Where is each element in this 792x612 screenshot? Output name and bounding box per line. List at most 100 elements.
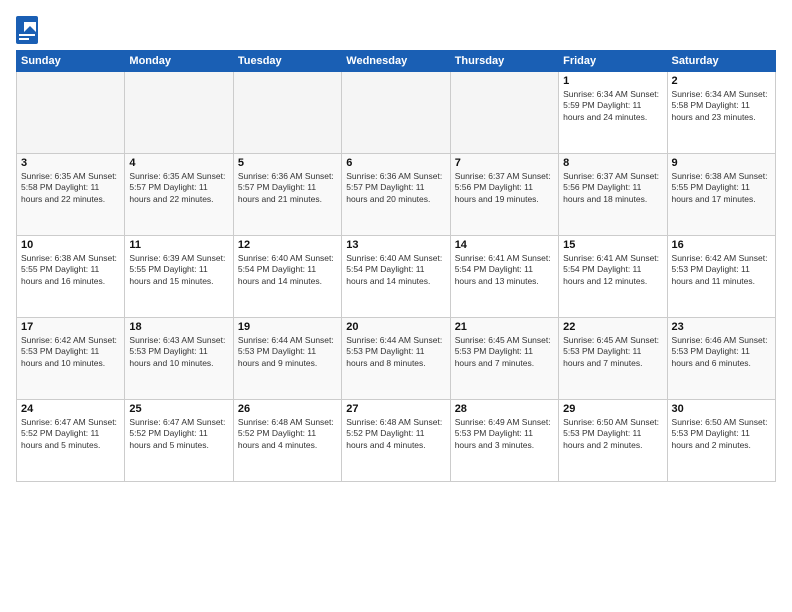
calendar-body: 1 Sunrise: 6:34 AM Sunset: 5:59 PM Daylig… (17, 72, 776, 482)
day-info: Sunrise: 6:44 AM Sunset: 5:53 PM Dayligh… (238, 335, 337, 369)
day-info: Sunrise: 6:47 AM Sunset: 5:52 PM Dayligh… (21, 417, 120, 451)
logo-icon (16, 16, 38, 44)
day-info: Sunrise: 6:41 AM Sunset: 5:54 PM Dayligh… (455, 253, 554, 287)
day-number: 11 (129, 239, 228, 251)
calendar-cell: 15 Sunrise: 6:41 AM Sunset: 5:54 PM Dayli… (559, 236, 667, 318)
day-number: 1 (563, 75, 662, 87)
day-info: Sunrise: 6:40 AM Sunset: 5:54 PM Dayligh… (238, 253, 337, 287)
day-number: 18 (129, 321, 228, 333)
day-number: 13 (346, 239, 445, 251)
weekday-header-thursday: Thursday (450, 51, 558, 72)
day-info: Sunrise: 6:37 AM Sunset: 5:56 PM Dayligh… (455, 171, 554, 205)
calendar-cell: 13Sunrise: 6:40 AM Sunset: 5:54 PM Dayli… (342, 236, 450, 318)
calendar-cell: 4 Sunrise: 6:35 AM Sunset: 5:57 PM Daylig… (125, 154, 233, 236)
calendar-cell: 1 Sunrise: 6:34 AM Sunset: 5:59 PM Daylig… (559, 72, 667, 154)
day-number: 2 (672, 75, 771, 87)
calendar-cell (17, 72, 125, 154)
calendar-cell: 24 Sunrise: 6:47 AM Sunset: 5:52 PM Dayli… (17, 400, 125, 482)
calendar-cell (125, 72, 233, 154)
calendar-cell: 3 Sunrise: 6:35 AM Sunset: 5:58 PM Daylig… (17, 154, 125, 236)
calendar-week-4: 17Sunrise: 6:42 AM Sunset: 5:53 PM Dayli… (17, 318, 776, 400)
calendar-cell: 7 Sunrise: 6:37 AM Sunset: 5:56 PM Daylig… (450, 154, 558, 236)
day-number: 29 (563, 403, 662, 415)
calendar-cell: 18 Sunrise: 6:43 AM Sunset: 5:53 PM Dayli… (125, 318, 233, 400)
calendar-table: SundayMondayTuesdayWednesdayThursdayFrid… (16, 50, 776, 482)
weekday-header-tuesday: Tuesday (233, 51, 341, 72)
calendar-cell: 22Sunrise: 6:45 AM Sunset: 5:53 PM Dayli… (559, 318, 667, 400)
day-info: Sunrise: 6:46 AM Sunset: 5:53 PM Dayligh… (672, 335, 771, 369)
day-info: Sunrise: 6:37 AM Sunset: 5:56 PM Dayligh… (563, 171, 662, 205)
day-info: Sunrise: 6:49 AM Sunset: 5:53 PM Dayligh… (455, 417, 554, 451)
calendar-cell: 6 Sunrise: 6:36 AM Sunset: 5:57 PM Daylig… (342, 154, 450, 236)
day-info: Sunrise: 6:34 AM Sunset: 5:59 PM Dayligh… (563, 89, 662, 123)
day-info: Sunrise: 6:38 AM Sunset: 5:55 PM Dayligh… (21, 253, 120, 287)
calendar-cell: 23Sunrise: 6:46 AM Sunset: 5:53 PM Dayli… (667, 318, 775, 400)
day-number: 9 (672, 157, 771, 169)
day-number: 30 (672, 403, 771, 415)
calendar-cell: 20 Sunrise: 6:44 AM Sunset: 5:53 PM Dayli… (342, 318, 450, 400)
calendar-cell: 21Sunrise: 6:45 AM Sunset: 5:53 PM Dayli… (450, 318, 558, 400)
day-number: 6 (346, 157, 445, 169)
calendar-week-1: 1 Sunrise: 6:34 AM Sunset: 5:59 PM Daylig… (17, 72, 776, 154)
day-number: 28 (455, 403, 554, 415)
calendar-cell: 11Sunrise: 6:39 AM Sunset: 5:55 PM Dayli… (125, 236, 233, 318)
day-info: Sunrise: 6:38 AM Sunset: 5:55 PM Dayligh… (672, 171, 771, 205)
weekday-header-row: SundayMondayTuesdayWednesdayThursdayFrid… (17, 51, 776, 72)
day-number: 8 (563, 157, 662, 169)
day-number: 12 (238, 239, 337, 251)
calendar-cell: 19 Sunrise: 6:44 AM Sunset: 5:53 PM Dayli… (233, 318, 341, 400)
day-info: Sunrise: 6:41 AM Sunset: 5:54 PM Dayligh… (563, 253, 662, 287)
day-number: 25 (129, 403, 228, 415)
calendar-cell (450, 72, 558, 154)
weekday-header-friday: Friday (559, 51, 667, 72)
day-number: 20 (346, 321, 445, 333)
calendar-cell: 29 Sunrise: 6:50 AM Sunset: 5:53 PM Dayli… (559, 400, 667, 482)
day-number: 14 (455, 239, 554, 251)
day-number: 19 (238, 321, 337, 333)
calendar-cell: 28 Sunrise: 6:49 AM Sunset: 5:53 PM Dayli… (450, 400, 558, 482)
day-info: Sunrise: 6:45 AM Sunset: 5:53 PM Dayligh… (455, 335, 554, 369)
calendar-cell: 14 Sunrise: 6:41 AM Sunset: 5:54 PM Dayli… (450, 236, 558, 318)
day-info: Sunrise: 6:34 AM Sunset: 5:58 PM Dayligh… (672, 89, 771, 123)
page: SundayMondayTuesdayWednesdayThursdayFrid… (0, 0, 792, 612)
day-info: Sunrise: 6:50 AM Sunset: 5:53 PM Dayligh… (563, 417, 662, 451)
calendar-week-3: 10 Sunrise: 6:38 AM Sunset: 5:55 PM Dayli… (17, 236, 776, 318)
day-info: Sunrise: 6:48 AM Sunset: 5:52 PM Dayligh… (238, 417, 337, 451)
calendar-week-5: 24 Sunrise: 6:47 AM Sunset: 5:52 PM Dayli… (17, 400, 776, 482)
day-info: Sunrise: 6:47 AM Sunset: 5:52 PM Dayligh… (129, 417, 228, 451)
calendar-cell: 30Sunrise: 6:50 AM Sunset: 5:53 PM Dayli… (667, 400, 775, 482)
day-number: 4 (129, 157, 228, 169)
calendar-cell (342, 72, 450, 154)
day-info: Sunrise: 6:36 AM Sunset: 5:57 PM Dayligh… (346, 171, 445, 205)
calendar-cell: 25 Sunrise: 6:47 AM Sunset: 5:52 PM Dayli… (125, 400, 233, 482)
day-info: Sunrise: 6:44 AM Sunset: 5:53 PM Dayligh… (346, 335, 445, 369)
day-info: Sunrise: 6:43 AM Sunset: 5:53 PM Dayligh… (129, 335, 228, 369)
calendar-cell: 16 Sunrise: 6:42 AM Sunset: 5:53 PM Dayli… (667, 236, 775, 318)
calendar-cell: 26Sunrise: 6:48 AM Sunset: 5:52 PM Dayli… (233, 400, 341, 482)
calendar-cell: 8 Sunrise: 6:37 AM Sunset: 5:56 PM Daylig… (559, 154, 667, 236)
calendar-cell: 27Sunrise: 6:48 AM Sunset: 5:52 PM Dayli… (342, 400, 450, 482)
day-info: Sunrise: 6:36 AM Sunset: 5:57 PM Dayligh… (238, 171, 337, 205)
logo (16, 16, 40, 44)
calendar-cell: 2 Sunrise: 6:34 AM Sunset: 5:58 PM Daylig… (667, 72, 775, 154)
weekday-header-monday: Monday (125, 51, 233, 72)
weekday-header-sunday: Sunday (17, 51, 125, 72)
day-number: 22 (563, 321, 662, 333)
day-number: 15 (563, 239, 662, 251)
day-number: 3 (21, 157, 120, 169)
day-number: 5 (238, 157, 337, 169)
day-info: Sunrise: 6:42 AM Sunset: 5:53 PM Dayligh… (672, 253, 771, 287)
day-info: Sunrise: 6:35 AM Sunset: 5:57 PM Dayligh… (129, 171, 228, 205)
calendar-cell (233, 72, 341, 154)
day-info: Sunrise: 6:48 AM Sunset: 5:52 PM Dayligh… (346, 417, 445, 451)
day-number: 24 (21, 403, 120, 415)
day-number: 16 (672, 239, 771, 251)
day-number: 7 (455, 157, 554, 169)
weekday-header-saturday: Saturday (667, 51, 775, 72)
day-number: 10 (21, 239, 120, 251)
calendar-header: SundayMondayTuesdayWednesdayThursdayFrid… (17, 51, 776, 72)
calendar-cell: 9 Sunrise: 6:38 AM Sunset: 5:55 PM Daylig… (667, 154, 775, 236)
calendar-cell: 10 Sunrise: 6:38 AM Sunset: 5:55 PM Dayli… (17, 236, 125, 318)
day-info: Sunrise: 6:35 AM Sunset: 5:58 PM Dayligh… (21, 171, 120, 205)
calendar-week-2: 3 Sunrise: 6:35 AM Sunset: 5:58 PM Daylig… (17, 154, 776, 236)
